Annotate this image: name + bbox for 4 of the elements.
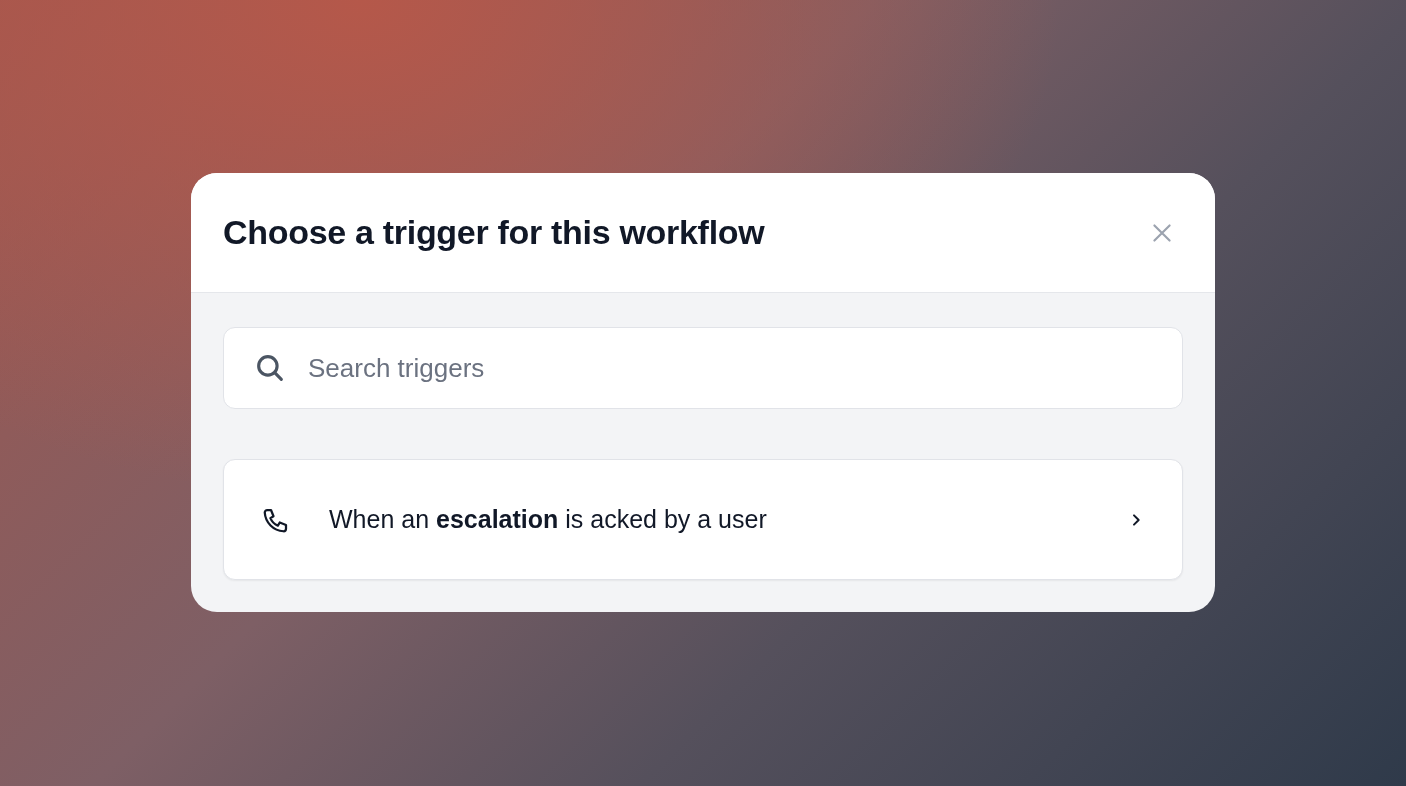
trigger-option[interactable]: When an escalation is acked by a user xyxy=(223,459,1183,580)
trigger-label: When an escalation is acked by a user xyxy=(329,505,768,534)
search-field[interactable]: Search triggers xyxy=(223,327,1183,409)
dialog-title: Choose a trigger for this workflow xyxy=(223,213,765,252)
